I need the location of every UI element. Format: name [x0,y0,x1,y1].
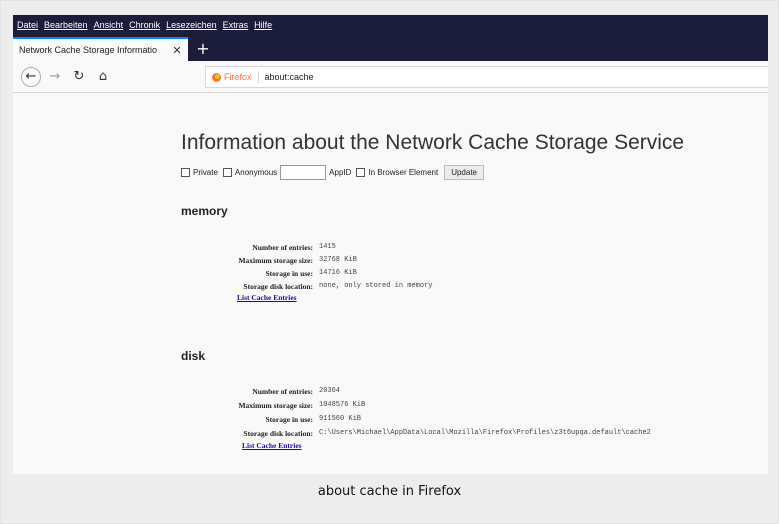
new-tab-icon[interactable]: + [193,39,213,59]
row-value: 32768 KiB [319,256,357,264]
tab-strip: Network Cache Storage Informatio ✕ + [13,35,768,61]
nav-bar: ← → ↻ ⌂ Firefox about:cache [13,61,768,93]
disk-row-in-use: Storage in use: 911560 KiB [181,413,362,425]
menu-item-lesezeichen[interactable]: Lesezeichen [166,20,217,30]
home-icon[interactable]: ⌂ [93,67,113,87]
row-value: C:\Users\Michael\AppData\Local\Mozilla\F… [319,429,651,437]
figure-frame: Datei Bearbeiten Ansicht Chronik Lesezei… [0,0,779,524]
url-text[interactable]: about:cache [265,72,314,82]
filter-controls: Private Anonymous AppID In Browser Eleme… [181,164,484,180]
memory-row-max-size: Maximum storage size: 32768 KiB [181,254,357,266]
firefox-icon [212,72,221,82]
row-label: Storage in use: [265,414,314,424]
row-value: 1415 [319,243,336,251]
row-label: Storage in use: [265,268,314,278]
menu-item-chronik[interactable]: Chronik [129,20,160,30]
row-value: 911560 KiB [319,415,362,423]
reload-icon[interactable]: ↻ [69,67,89,87]
disk-section-title: disk [181,349,206,363]
in-browser-checkbox[interactable] [356,167,366,177]
url-bar[interactable]: Firefox about:cache [205,66,768,88]
row-value: none, only stored in memory [319,282,433,290]
anonymous-checkbox[interactable] [222,167,232,177]
row-label: Number of entries: [252,242,313,252]
private-checkbox[interactable] [181,167,190,177]
row-value: 1048576 KiB [319,401,366,409]
identity-label[interactable]: Firefox [224,72,252,82]
memory-row-entries: Number of entries: 1415 [181,241,336,253]
menu-item-bearbeiten[interactable]: Bearbeiten [44,20,88,30]
memory-list-entries-link[interactable]: List Cache Entries [237,293,297,302]
close-icon[interactable]: ✕ [170,44,184,57]
url-separator [257,71,259,83]
appid-label: AppID [329,167,352,177]
memory-section-title: memory [181,204,228,218]
page-content: Information about the Network Cache Stor… [13,94,768,474]
row-value: 20364 [319,387,341,395]
menu-item-datei[interactable]: Datei [17,20,38,30]
row-label: Maximum storage size: [238,255,313,265]
tab-title: Network Cache Storage Informatio [19,45,158,55]
private-label: Private [193,167,218,177]
row-label: Number of entries: [252,386,313,396]
menu-item-hilfe[interactable]: Hilfe [254,20,272,30]
menu-item-extras[interactable]: Extras [223,20,249,30]
in-browser-label: In Browser Element [368,167,439,177]
disk-list-entries-link[interactable]: List Cache Entries [242,441,302,450]
disk-row-max-size: Maximum storage size: 1048576 KiB [181,399,365,411]
row-label: Maximum storage size: [238,400,313,410]
disk-row-entries: Number of entries: 20364 [181,385,340,397]
tab-network-cache[interactable]: Network Cache Storage Informatio ✕ [13,37,188,61]
disk-row-location: Storage disk location: C:\Users\Michael\… [181,427,651,439]
row-label: Storage disk location: [243,281,313,291]
page-title: Information about the Network Cache Stor… [181,131,685,154]
forward-icon[interactable]: → [45,67,65,87]
menu-bar: Datei Bearbeiten Ansicht Chronik Lesezei… [13,15,768,35]
menu-item-ansicht[interactable]: Ansicht [94,20,124,30]
anonymous-label: Anonymous [234,167,278,177]
figure-caption: about cache in Firefox [317,484,462,499]
back-icon[interactable]: ← [21,67,41,87]
memory-row-in-use: Storage in use: 14716 KiB [181,267,357,279]
row-label: Storage disk location: [243,428,313,438]
memory-row-location: Storage disk location: none, only stored… [181,280,432,292]
browser-screenshot: Datei Bearbeiten Ansicht Chronik Lesezei… [13,15,768,474]
update-button[interactable]: Update [444,164,484,180]
appid-input[interactable] [280,164,327,180]
row-value: 14716 KiB [319,269,357,277]
